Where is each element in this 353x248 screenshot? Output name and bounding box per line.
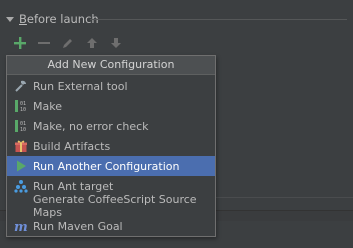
menu-item-label: Build Artifacts <box>33 139 111 153</box>
menu-item-build-artifacts[interactable]: Build Artifacts <box>7 136 215 156</box>
menu-item-label: Run External tool <box>33 79 128 93</box>
external-tool-icon <box>13 78 29 94</box>
pencil-icon <box>63 39 72 48</box>
menu-item-run-external-tool[interactable]: Run External tool <box>7 76 215 96</box>
svg-text:10: 10 <box>20 107 26 113</box>
menu-item-run-maven-goal[interactable]: m Run Maven Goal <box>7 216 215 236</box>
svg-text:10: 10 <box>20 127 26 133</box>
menu-item-generate-coffeescript-source-maps[interactable]: Generate CoffeeScript Source Maps <box>7 193 215 219</box>
popup-title: Add New Configuration <box>7 56 215 75</box>
build-artifacts-icon <box>13 138 29 154</box>
configuration-menu: Run External tool 01 10 Make 01 10 Make, n… <box>7 75 215 236</box>
menu-item-label: Make <box>33 99 62 113</box>
menu-item-label: Run Ant target <box>33 179 114 193</box>
arrow-up-icon <box>87 38 97 48</box>
maven-icon: m <box>13 218 29 234</box>
blank-icon <box>13 198 29 214</box>
menu-item-make[interactable]: 01 10 Make <box>7 96 215 116</box>
move-up-button[interactable] <box>80 34 104 52</box>
section-title: Before launch <box>19 12 99 26</box>
menu-item-label: Make, no error check <box>33 119 149 133</box>
before-launch-toolbar <box>8 34 128 52</box>
before-launch-header[interactable]: Before launch <box>4 11 99 27</box>
menu-item-label: Generate CoffeeScript Source Maps <box>33 193 197 219</box>
section-divider <box>90 19 347 20</box>
make-no-error-check-icon: 01 10 <box>13 118 29 134</box>
remove-button[interactable] <box>32 34 56 52</box>
menu-item-label: Run Maven Goal <box>33 219 123 233</box>
run-icon <box>13 158 29 174</box>
edit-button[interactable] <box>56 34 80 52</box>
minus-icon <box>38 42 50 44</box>
ant-icon <box>13 178 29 194</box>
menu-item-label: Run Another Configuration <box>33 159 180 173</box>
menu-item-make-no-error-check[interactable]: 01 10 Make, no error check <box>7 116 215 136</box>
plus-icon <box>14 37 26 49</box>
make-icon: 01 10 <box>13 98 29 114</box>
move-down-button[interactable] <box>104 34 128 52</box>
add-button[interactable] <box>8 34 32 52</box>
menu-item-run-another-configuration[interactable]: Run Another Configuration <box>7 156 215 176</box>
svg-text:m: m <box>14 220 28 233</box>
add-configuration-popup: Add New Configuration Run External tool … <box>6 55 216 237</box>
expand-arrow-icon[interactable] <box>6 16 14 22</box>
panel-divider <box>216 197 353 198</box>
arrow-down-icon <box>111 38 121 48</box>
